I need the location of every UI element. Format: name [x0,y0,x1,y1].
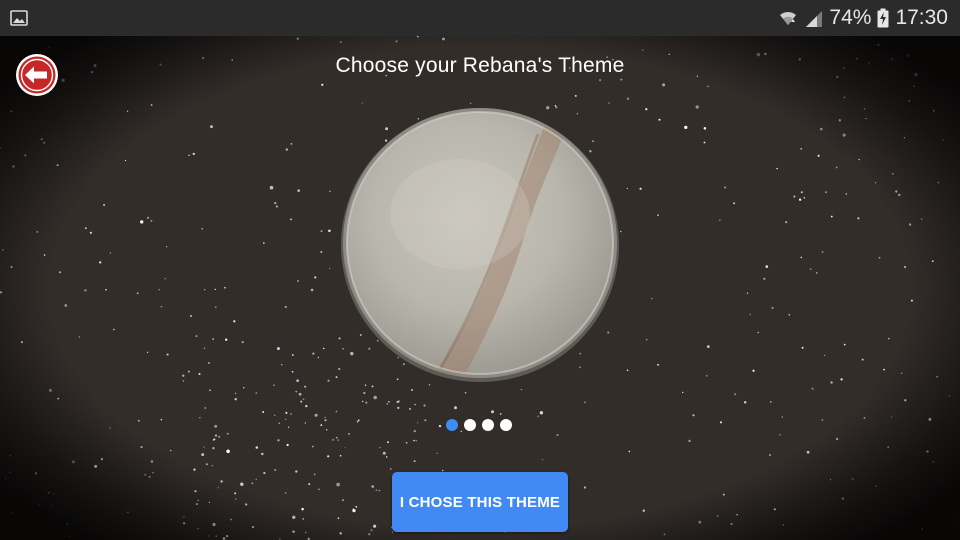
clock: 17:30 [895,6,948,29]
image-icon [10,9,28,27]
page-title: Choose your Rebana's Theme [335,54,625,77]
theme-chooser-screen: 74% 17:30 Choose your Rebana's Theme I C… [0,0,960,540]
page-dot[interactable] [464,419,476,431]
rebana-theme-preview[interactable] [340,104,620,382]
page-dot[interactable] [446,419,458,431]
choose-theme-button[interactable]: I CHOSE THIS THEME [392,472,568,532]
battery-percent: 74% [829,6,872,29]
battery-charging-icon [877,8,889,28]
page-dot[interactable] [482,419,494,431]
status-indicators: 74% 17:30 [777,0,948,36]
wifi-icon [777,8,799,28]
theme-page-indicator [446,419,512,431]
signal-icon [805,8,823,28]
page-dot[interactable] [500,419,512,431]
status-bar: 74% 17:30 [0,0,960,36]
